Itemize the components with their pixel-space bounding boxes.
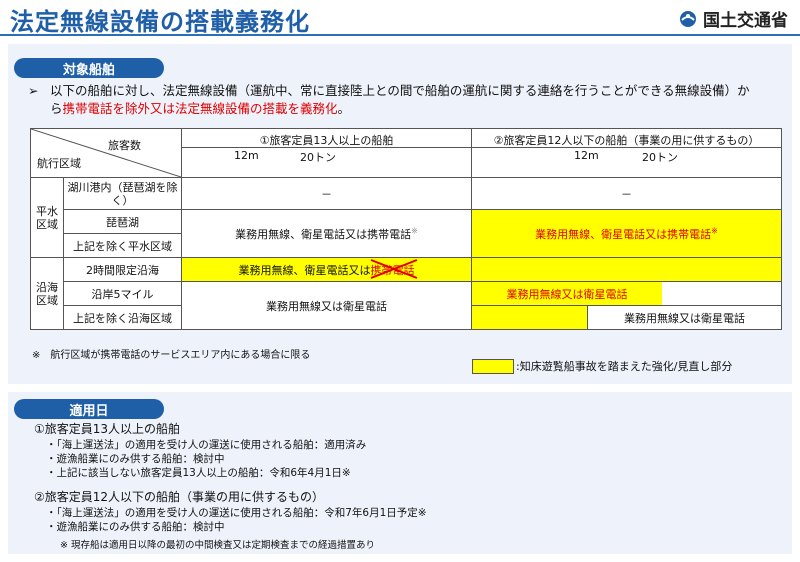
row-label-2h: 2時間限定沿海 [63,257,182,282]
cell-engan-other-col2a [471,305,588,330]
section1-lead: ➢ 以下の船舶に対し、法定無線設備（運航中、常に直接陸上との間で船舶の運航に関す… [28,82,758,118]
header-passengers: 旅客数 [108,139,141,152]
ministry-logo: 国土交通省 [679,6,788,31]
footnote: ※ 現存船は適用日以降の最初の中間検査又は定期検査までの経過措置あり [60,540,375,551]
section1-tab: 対象船舶 [14,58,164,78]
group1-title: ①旅客定員13人以上の船舶 [34,422,181,436]
table-corner-header: 旅客数 航行区域 [30,128,182,178]
legend-swatch [472,358,514,374]
group-heisui: 平水区域 [30,177,64,258]
col2-header-rule [472,147,781,148]
col2-tick-12m: 12m [574,149,599,162]
cell-heisui-col1: 業務用無線、衛星電話又は携帯電話※ [181,209,472,258]
page-title: 法定無線設備の搭載義務化 [10,8,310,36]
legend-text: :知床遊覧船事故を踏まえた強化/見直し部分 [516,360,733,373]
requirements-table: 旅客数 航行区域 ①旅客定員13人以上の船舶 12m 20トン ②旅客定員12人… [30,128,782,330]
row-label-heisui-other: 上記を除く平水区域 [63,233,182,258]
legend: :知床遊覧船事故を踏まえた強化/見直し部分 [472,358,732,374]
cell-5mile-col2: 業務用無線又は衛星電話 [471,281,782,306]
group-engan: 沿海区域 [30,257,64,330]
col2-tick-20t: 20トン [642,151,678,164]
row-label-engan-other: 上記を除く沿海区域 [63,305,182,330]
row-label-biwako: 琵琶湖 [63,209,182,234]
col1-header-rule [182,147,471,148]
cell-2h-col1: 業務用無線、衛星電話又は携帯電話 [181,257,472,282]
group2-title: ②旅客定員12人以下の船舶（事業の用に供するもの） [34,490,325,504]
note-mark: ※ [411,225,418,235]
group1-item: ・「海上運送法」の適用を受け人の運送に使用される船舶：適用済み [46,439,367,451]
cell-5mile-text: 業務用無線又は衛星電話 [506,287,628,301]
cell-engan-col1: 業務用無線又は衛星電話 [181,281,472,330]
note-mark-red: ※ [711,225,718,235]
cell-2h-struck: 携帯電話 [370,258,417,279]
col2-title: ②旅客定員12人以下の船舶（事業の用に供するもの） [493,134,760,147]
cell-2h-text: 業務用無線、衛星電話又は [238,263,371,277]
row-label-5mile: 沿岸5マイル [63,281,182,306]
lead-text-3: 。 [337,101,351,116]
cell-heisui-col1-text: 業務用無線、衛星電話又は携帯電話 [235,227,412,241]
lead-text-red: 携帯電話を除外又は法定無線設備の搭載を義務化 [62,101,338,116]
header-area: 航行区域 [37,157,81,170]
col1-tick-12m: 12m [234,149,259,162]
bullet-arrow-icon: ➢ [28,83,39,98]
cell-kosen-col2: － [471,177,782,210]
group2-item: ・「海上運送法」の適用を受け人の運送に使用される船舶：令和7年6月1日予定※ [46,507,427,519]
group1-item: ・遊漁船業にのみ供する船舶：検討中 [46,453,225,465]
cell-2h-col2 [471,257,782,282]
cell-heisui-col2: 業務用無線、衛星電話又は携帯電話※ [471,209,782,258]
row-label-kosen: 湖川港内（琵琶湖を除く） [63,177,182,210]
area-note: ※ 航行区域が携帯電話のサービスエリア内にある場合に限る [32,350,311,361]
col1-tick-20t: 20トン [300,151,336,164]
strike-cross-icon [370,258,417,279]
logo-text: 国土交通省 [703,11,788,31]
cell-engan-other-col2b: 業務用無線又は衛星電話 [587,305,782,330]
section2-tab: 適用日 [14,399,164,419]
title-divider [0,34,800,36]
col1-title: ①旅客定員13人以上の船舶 [259,134,394,147]
cell-kosen-col1: － [181,177,472,210]
col2-header: ②旅客定員12人以下の船舶（事業の用に供するもの） 12m 20トン [471,128,782,178]
col1-header: ①旅客定員13人以上の船舶 12m 20トン [181,128,472,178]
group2-item: ・遊漁船業にのみ供する船舶：検討中 [46,521,225,533]
mlit-emblem-icon [680,10,696,27]
group1-item: ・上記に該当しない旅客定員13人以上の船舶：令和6年4月1日※ [46,467,351,479]
cell-heisui-col2-text: 業務用無線、衛星電話又は携帯電話 [535,227,712,241]
